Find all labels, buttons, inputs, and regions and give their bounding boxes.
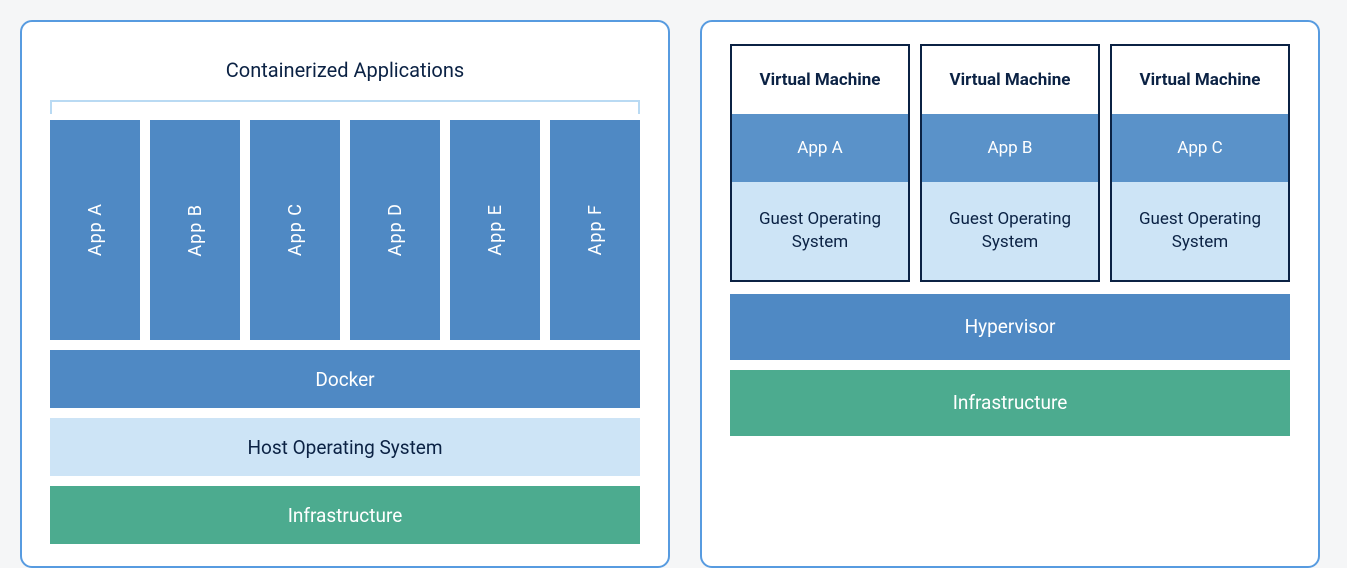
infrastructure-layer: Infrastructure (50, 486, 640, 544)
vm-card: Virtual Machine App B Guest Operating Sy… (920, 44, 1100, 282)
diagram-wrapper: Containerized Applications App A App B A… (20, 20, 1327, 568)
vm-app-layer: App A (732, 114, 908, 182)
app-column: App B (150, 120, 240, 340)
app-column: App F (550, 120, 640, 340)
vm-guest-os-layer: Guest Operating System (732, 182, 908, 280)
vm-app-layer: App B (922, 114, 1098, 182)
vm-header: Virtual Machine (922, 46, 1098, 114)
vm-row: Virtual Machine App A Guest Operating Sy… (730, 44, 1290, 282)
vm-header: Virtual Machine (1112, 46, 1288, 114)
vm-card: Virtual Machine App C Guest Operating Sy… (1110, 44, 1290, 282)
vm-guest-os-layer: Guest Operating System (1112, 182, 1288, 280)
vm-app-layer: App C (1112, 114, 1288, 182)
app-column: App E (450, 120, 540, 340)
containers-panel: Containerized Applications App A App B A… (20, 20, 670, 568)
vm-card: Virtual Machine App A Guest Operating Sy… (730, 44, 910, 282)
app-label: App E (485, 204, 506, 256)
containers-title: Containerized Applications (50, 58, 640, 82)
app-label: App A (85, 203, 106, 256)
app-label: App B (185, 204, 206, 257)
vm-header: Virtual Machine (732, 46, 908, 114)
app-label: App C (285, 203, 306, 256)
app-label: App F (585, 204, 606, 255)
app-column: App C (250, 120, 340, 340)
host-os-layer: Host Operating System (50, 418, 640, 476)
vms-panel: Virtual Machine App A Guest Operating Sy… (700, 20, 1320, 568)
hypervisor-layer: Hypervisor (730, 294, 1290, 360)
apps-row: App A App B App C App D App E App F (50, 120, 640, 340)
app-column: App A (50, 120, 140, 340)
vm-guest-os-layer: Guest Operating System (922, 182, 1098, 280)
app-label: App D (385, 203, 406, 256)
apps-bracket (50, 100, 640, 114)
docker-layer: Docker (50, 350, 640, 408)
infrastructure-layer: Infrastructure (730, 370, 1290, 436)
app-column: App D (350, 120, 440, 340)
